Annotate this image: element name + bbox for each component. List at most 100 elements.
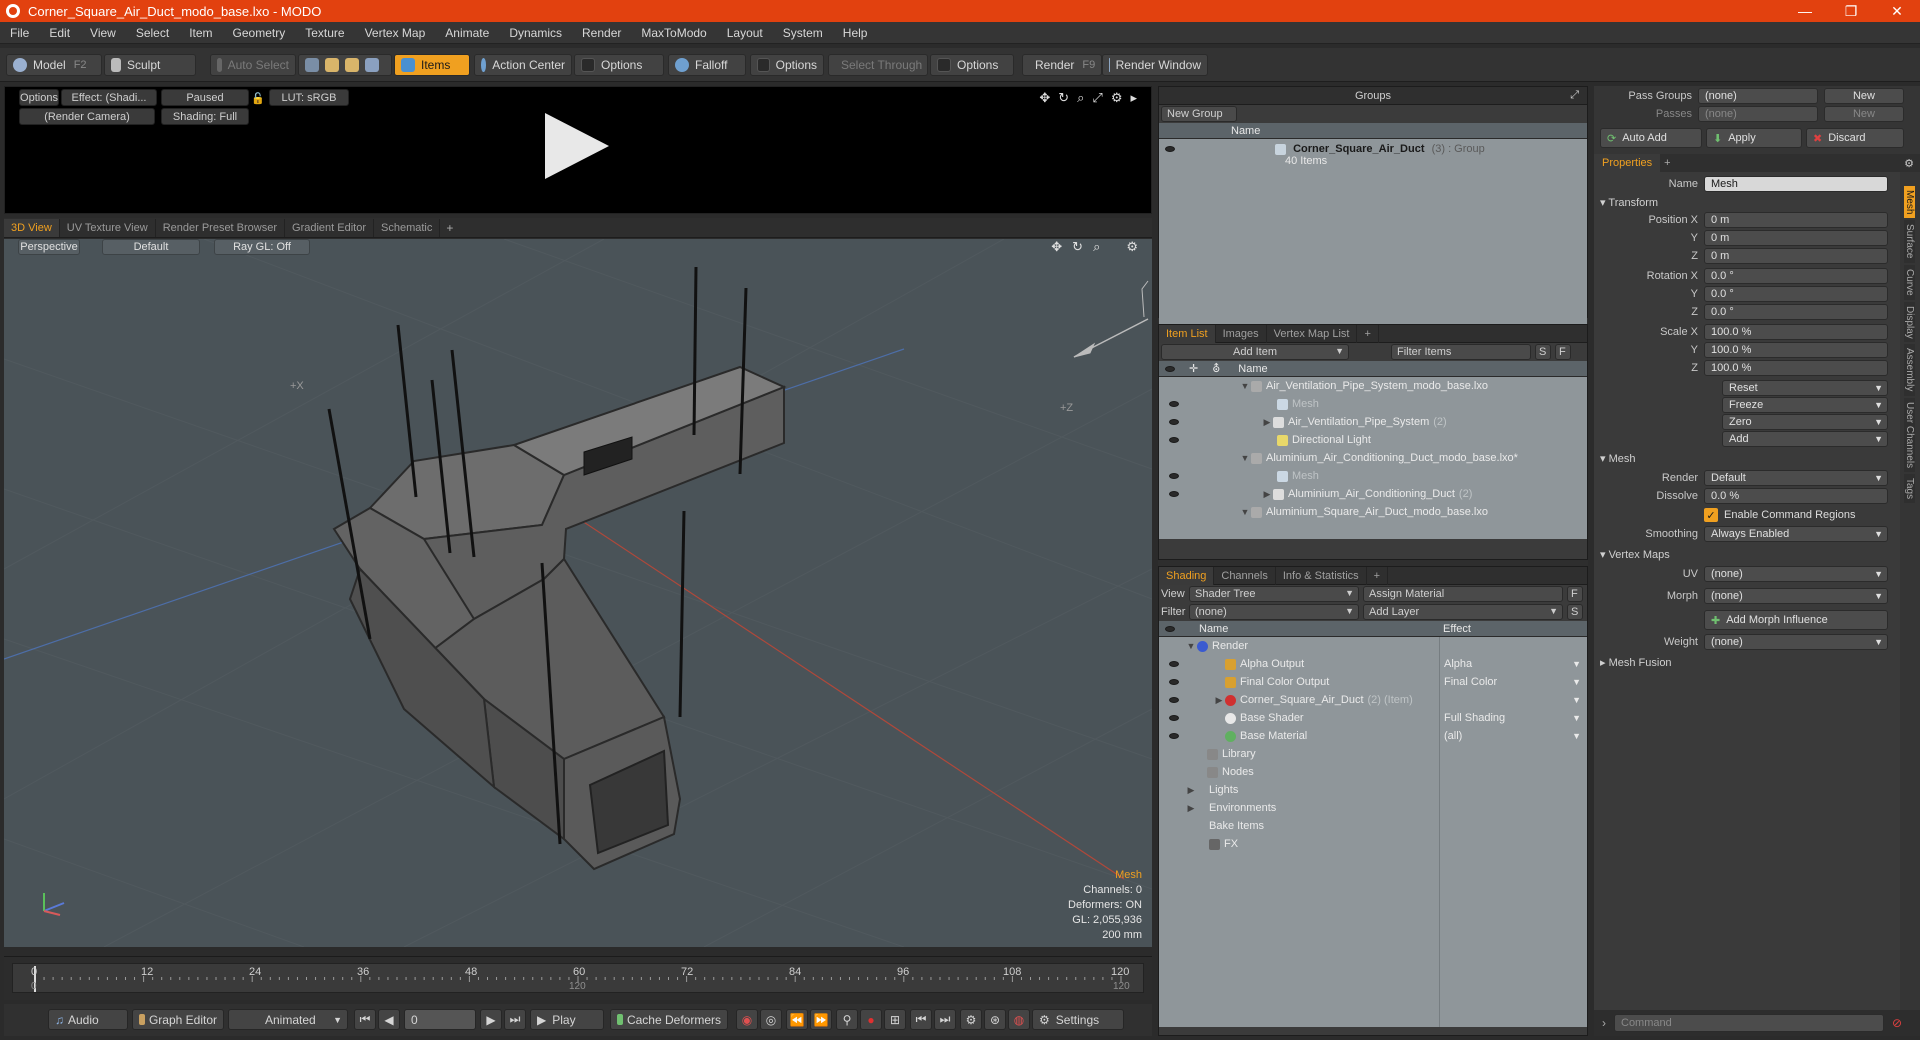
shading-dropdown[interactable]: Shading: Full [161,108,249,125]
falloff-button[interactable]: Falloff [668,54,746,76]
position-z-field[interactable]: 0 m [1704,248,1888,264]
keyframe-icon[interactable]: ◉ [736,1009,758,1030]
new-pass-button[interactable]: New [1824,106,1904,122]
shader-row-base-material[interactable]: Base Material (all) ▼ [1159,727,1587,745]
list-item[interactable]: Mesh [1159,395,1587,413]
visibility-eye-icon[interactable] [1169,401,1179,407]
menu-layout[interactable]: Layout [717,26,773,40]
menu-system[interactable]: System [773,26,833,40]
tab-3d-view[interactable]: 3D View [4,218,60,237]
tab-schematic[interactable]: Schematic [374,218,441,237]
expand-arrow-icon[interactable]: ▼ [1239,381,1251,391]
pan-icon[interactable]: ✥ [1051,239,1062,255]
add-tab-icon[interactable]: + [1367,566,1389,585]
chevron-down-icon[interactable]: ▼ [1572,659,1581,669]
zoom-icon[interactable]: ⌕ [1093,239,1100,255]
render-camera-dropdown[interactable]: (Render Camera) [19,108,155,125]
vtab-tags[interactable]: Tags [1904,473,1915,504]
tab-info-statistics[interactable]: Info & Statistics [1276,566,1367,585]
list-item[interactable]: ▶ Aluminium_Air_Conditioning_Duct (2) [1159,485,1587,503]
orbit-icon[interactable]: ↻ [1072,239,1083,255]
command-input[interactable]: Command [1614,1014,1884,1032]
perspective-dropdown[interactable]: Perspective [18,239,80,255]
audio-button[interactable]: ♫ Audio [48,1009,128,1030]
shader-row-bake-items[interactable]: Bake Items [1159,817,1587,835]
action-center-button[interactable]: Action Center [474,54,572,76]
shader-row-environments[interactable]: ▶ Environments [1159,799,1587,817]
vtab-curve[interactable]: Curve [1904,264,1915,300]
group-row[interactable]: Corner_Square_Air_Duct (3) : Group 40 It… [1159,139,1587,167]
zero-dropdown[interactable]: Zero ▼ [1722,414,1888,430]
mesh-section[interactable]: ▾ Mesh [1600,452,1635,465]
mixer-icon[interactable]: ⚙ [960,1009,982,1030]
shader-row-render[interactable]: ▼ Render [1159,637,1587,655]
vtab-display[interactable]: Display [1904,301,1915,343]
graph-editor-button[interactable]: Graph Editor [132,1009,224,1030]
chevron-down-icon[interactable]: ▼ [1572,677,1581,687]
rotation-y-field[interactable]: 0.0 ° [1704,286,1888,302]
shader-row-base-shader[interactable]: Base Shader Full Shading ▼ [1159,709,1587,727]
rotation-x-field[interactable]: 0.0 ° [1704,268,1888,284]
expand-arrow-icon[interactable]: ▸ [1130,90,1137,106]
smoothing-dropdown[interactable]: Always Enabled ▼ [1704,526,1888,542]
timeline-track[interactable]: 0 12 24 36 48 60 72 84 96 108 120 0 120 … [12,963,1144,993]
menu-file[interactable]: File [0,26,39,40]
render-dropdown[interactable]: Default ▼ [1704,470,1888,486]
discard-button[interactable]: ✖ Discard [1806,128,1904,148]
rotate-view-icon[interactable]: ↻ [1058,90,1069,106]
preview-options-button[interactable]: Options [19,89,59,106]
go-to-end-button[interactable]: ⏭ [504,1009,526,1030]
enable-command-regions-checkbox[interactable]: ✓ Enable Command Regions [1704,508,1855,522]
go-to-start-button[interactable]: ⏮ [354,1009,376,1030]
visibility-eye-icon[interactable] [1169,661,1179,667]
select-options-button[interactable]: Options [930,54,1014,76]
chevron-down-icon[interactable]: ▼ [1572,713,1581,723]
menu-maxtomodo[interactable]: MaxToModo [631,26,716,40]
record-button[interactable]: ● [860,1009,882,1030]
move-view-icon[interactable]: ✥ [1039,90,1050,106]
tab-render-preset-browser[interactable]: Render Preset Browser [156,218,286,237]
vtab-surface[interactable]: Surface [1904,220,1915,263]
vertices-mode-icon[interactable] [305,58,319,72]
vtab-mesh[interactable]: Mesh [1904,186,1915,219]
maximize-panel-icon[interactable]: ⤢ [1570,89,1579,102]
auto-add-button[interactable]: ⟳ Auto Add [1600,128,1702,148]
position-y-field[interactable]: 0 m [1704,230,1888,246]
maximize-button[interactable]: ❐ [1828,0,1874,22]
f-button[interactable]: F [1567,586,1583,602]
action-center-options-button[interactable]: Options [574,54,664,76]
expand-arrow-icon[interactable]: ▶ [1261,489,1273,500]
scale-y-field[interactable]: 100.0 % [1704,342,1888,358]
render-window-button[interactable]: Render Window [1102,54,1208,76]
rotation-z-field[interactable]: 0.0 ° [1704,304,1888,320]
shader-row-material-group[interactable]: ▶ Corner_Square_Air_Duct (2) (Item) ▼ [1159,691,1587,709]
tab-vertex-map-list[interactable]: Vertex Map List [1267,324,1358,343]
menu-dynamics[interactable]: Dynamics [499,26,572,40]
step-forward-button[interactable]: ▶ [480,1009,502,1030]
s-button[interactable]: S [1535,344,1551,360]
list-item[interactable]: ▼ Aluminium_Air_Conditioning_Duct_modo_ba… [1159,449,1587,467]
menu-render[interactable]: Render [572,26,631,40]
record-settings-icon[interactable]: ⊛ [984,1009,1006,1030]
raygl-dropdown[interactable]: Ray GL: Off [214,239,310,255]
uv-dropdown[interactable]: (none) ▼ [1704,566,1888,582]
visibility-eye-icon[interactable] [1169,437,1179,443]
expand-arrow-icon[interactable]: ▼ [1239,453,1251,463]
scale-z-field[interactable]: 100.0 % [1704,360,1888,376]
menu-vertex-map[interactable]: Vertex Map [355,26,436,40]
list-item[interactable]: Mesh [1159,467,1587,485]
menu-geometry[interactable]: Geometry [223,26,296,40]
list-item[interactable]: ▶ Air_Ventilation_Pipe_System (2) [1159,413,1587,431]
scale-x-field[interactable]: 100.0 % [1704,324,1888,340]
visibility-eye-icon[interactable] [1169,679,1179,685]
morph-dropdown[interactable]: (none) ▼ [1704,588,1888,604]
visibility-eye-icon[interactable] [1169,491,1179,497]
items-mode-button[interactable]: Items [394,54,470,76]
zoom-icon[interactable]: ⌕ [1077,90,1084,106]
filter-dropdown[interactable]: (none) ▼ [1189,604,1359,620]
assign-material-input[interactable]: Assign Material [1363,586,1563,602]
timeline[interactable]: 0 12 24 36 48 60 72 84 96 108 120 0 120 … [4,956,1152,1000]
pass-groups-dropdown[interactable]: (none) [1698,88,1818,104]
view-dropdown[interactable]: Shader Tree ▼ [1189,586,1359,602]
prev-key-button[interactable]: ⏪ [786,1009,808,1030]
